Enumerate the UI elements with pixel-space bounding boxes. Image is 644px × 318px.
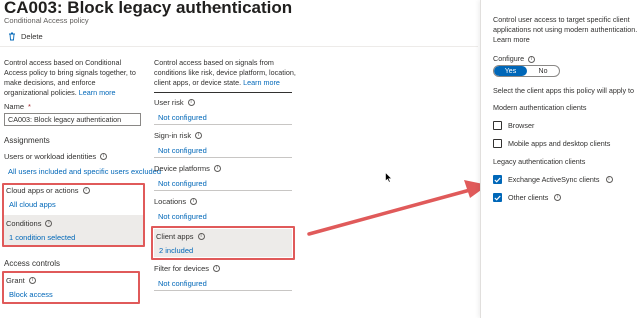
mobile-desktop-checkbox[interactable] [493, 139, 502, 148]
configure-label: Configure i [493, 54, 536, 64]
other-clients-checkbox-row[interactable]: Other clients i [493, 193, 562, 202]
info-icon[interactable]: i [554, 194, 562, 201]
browser-checkbox[interactable] [493, 121, 502, 130]
exchange-activesync-label: Exchange ActiveSync clients [508, 175, 600, 184]
configure-toggle[interactable]: Yes No [493, 65, 560, 77]
modern-auth-heading: Modern authentication clients [493, 103, 587, 112]
mobile-desktop-label: Mobile apps and desktop clients [508, 139, 611, 148]
other-clients-label: Other clients [508, 193, 549, 202]
exchange-activesync-checkbox-row[interactable]: Exchange ActiveSync clients i [493, 175, 613, 184]
checkmark-icon [494, 195, 501, 201]
exchange-activesync-checkbox[interactable] [493, 175, 502, 184]
checkmark-icon [494, 177, 501, 183]
mouse-cursor-icon [385, 172, 393, 183]
panel-intro-line1: Control user access to target specific c… [493, 15, 630, 24]
panel-learn-more-link[interactable]: Learn more [493, 35, 530, 45]
browser-label: Browser [508, 121, 535, 130]
info-icon[interactable]: i [528, 55, 536, 63]
legacy-auth-heading: Legacy authentication clients [493, 157, 586, 166]
client-apps-panel: Control user access to target specific c… [480, 0, 644, 318]
browser-checkbox-row[interactable]: Browser [493, 121, 534, 130]
other-clients-checkbox[interactable] [493, 193, 502, 202]
toggle-no[interactable]: No [527, 66, 559, 76]
select-client-apps-text: Select the client apps this policy will … [493, 86, 635, 95]
info-icon[interactable]: i [605, 176, 613, 183]
panel-intro-line2: applications not using modern authentica… [493, 25, 638, 34]
mobile-desktop-checkbox-row[interactable]: Mobile apps and desktop clients [493, 139, 610, 148]
toggle-yes[interactable]: Yes [494, 66, 527, 76]
